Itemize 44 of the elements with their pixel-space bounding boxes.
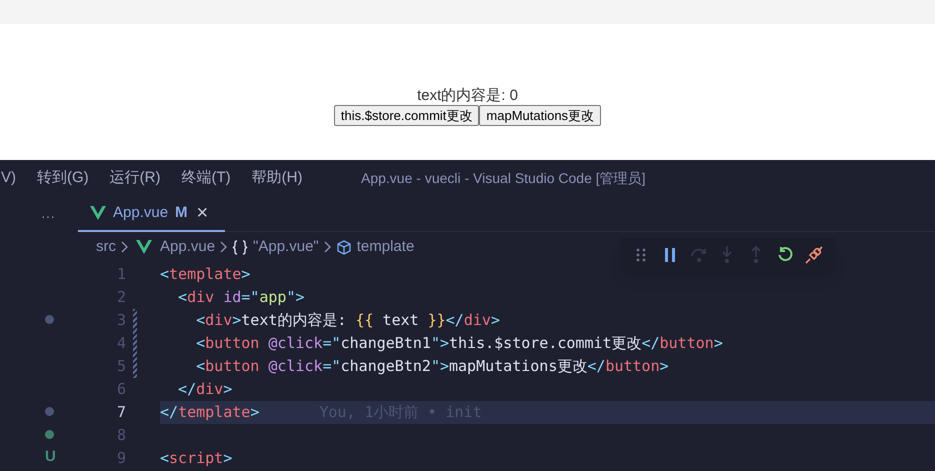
breadcrumb-item[interactable]: src [96, 236, 116, 258]
page-button[interactable]: mapMutations更改 [479, 105, 602, 126]
more-actions-icon[interactable]: ··· [41, 206, 55, 226]
cube-icon [336, 240, 352, 254]
code-line: </template> [160, 402, 260, 424]
code-line: <div>text的内容是: {{ text }}</div> [195, 310, 500, 332]
editor-tab[interactable]: App.vue M × [78, 196, 225, 232]
menu-item[interactable]: 转到(G) [37, 166, 89, 190]
line-number: 6 [116, 379, 126, 400]
vue-file-icon [90, 206, 106, 220]
code-line: </div> [177, 379, 232, 400]
disconnect-plug-icon[interactable] [804, 244, 823, 264]
code-line: <button @click="changeBtn2">mapMutations更改</button> [195, 356, 669, 378]
menu-item[interactable]: 帮助(H) [252, 166, 302, 190]
line-number: 8 [116, 425, 126, 446]
page-button[interactable]: this.$store.commit更改 [334, 105, 480, 126]
line-number: 5 [116, 356, 126, 378]
line-number: 1 [116, 264, 126, 286]
line-number: 9 [116, 448, 126, 470]
breadcrumb-item[interactable]: App.vue [160, 236, 216, 258]
line-number: 3 [116, 310, 126, 332]
output-text: text的内容是: 0 [417, 87, 518, 105]
line-number: 4 [116, 333, 126, 354]
untracked-label: U [45, 447, 56, 468]
chevron-icon [121, 241, 128, 253]
line-number: 2 [116, 287, 126, 308]
braces-icon [232, 240, 248, 254]
window-title: App.vue - vuecli - Visual Studio Code [管理员] [361, 168, 646, 188]
close-icon[interactable]: × [196, 203, 208, 223]
code-line: <template> [160, 264, 250, 286]
chevron-icon [220, 241, 228, 253]
line-number: 7 [116, 402, 126, 424]
tab-label: App.vue [113, 202, 168, 223]
code-line: <div id="app"> [177, 287, 304, 308]
menu-item[interactable]: 终端(T) [182, 166, 231, 190]
menu-item[interactable]: 运行(R) [110, 166, 160, 190]
vue-file-icon [136, 240, 152, 254]
breadcrumb-item[interactable]: template [356, 236, 414, 258]
chevron-icon [324, 241, 331, 253]
modified-label: M [175, 202, 188, 223]
menu-item[interactable]: V) [1, 166, 16, 190]
code-line: <button @click="changeBtn1">this.$store.commit更改</button> [195, 333, 723, 354]
code-line: <script> [160, 448, 232, 470]
breadcrumb-item[interactable]: "App.vue" [253, 236, 319, 258]
